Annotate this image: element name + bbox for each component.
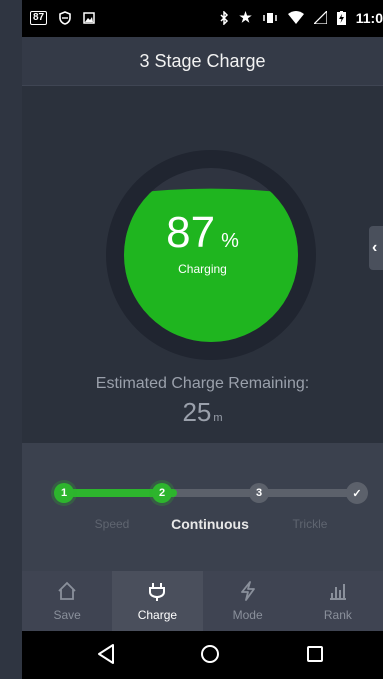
chevron-left-icon: ‹	[372, 239, 378, 256]
image-icon	[83, 12, 95, 24]
tab-save-label: Save	[53, 608, 81, 622]
page-title: 3 Stage Charge	[139, 51, 266, 71]
bar-chart-icon	[329, 584, 346, 600]
system-nav-bar	[22, 631, 383, 679]
stage-label-speed[interactable]: Speed	[84, 517, 140, 531]
estimate-value: 25 m	[22, 397, 383, 428]
back-icon[interactable]	[96, 643, 116, 665]
stage-node-2[interactable]: 2	[152, 483, 172, 503]
signal-icon	[313, 11, 327, 24]
tab-save[interactable]: Save	[22, 571, 112, 631]
clock: 11:0	[355, 9, 383, 26]
stage-label-trickle[interactable]: Trickle	[280, 517, 340, 531]
home-circle-icon[interactable]	[199, 643, 221, 665]
estimate-label: Estimated Charge Remaining:	[95, 375, 310, 392]
recents-icon[interactable]	[305, 643, 325, 665]
tab-charge-label: Charge	[137, 608, 178, 622]
estimate-number: 25	[182, 397, 212, 427]
tab-mode-label: Mode	[232, 608, 263, 622]
stage-selector: 1 2 3 ✓ Speed Continuous Trickle	[22, 443, 383, 571]
battery-charging-icon	[336, 10, 346, 25]
bottom-tab-bar: Save Charge Mode Rank	[22, 571, 383, 631]
vibrate-icon	[263, 12, 277, 23]
home-icon	[58, 581, 76, 600]
tab-charge[interactable]: Charge	[112, 571, 203, 631]
estimate-unit: m	[213, 412, 223, 424]
tab-rank[interactable]: Rank	[293, 571, 383, 631]
star-icon: ★	[239, 9, 252, 25]
charging-status: Charging	[178, 262, 227, 276]
lightning-icon	[240, 581, 255, 601]
shield-icon	[59, 11, 71, 25]
bluetooth-icon	[220, 10, 229, 25]
side-drawer-handle[interactable]: ‹	[369, 226, 383, 270]
wifi-icon	[287, 11, 304, 24]
charge-percent: 87%	[22, 208, 383, 258]
percent-value: 87	[166, 208, 216, 257]
tab-rank-label: Rank	[323, 608, 352, 622]
stage-node-complete[interactable]: ✓	[346, 482, 368, 504]
stage-label-continuous[interactable]: Continuous	[162, 516, 258, 532]
tab-mode[interactable]: Mode	[203, 571, 293, 631]
phone-screen: 87 ★ 11:0 3 Stage Charge 87% Charging ‹ …	[22, 0, 383, 679]
plug-icon	[149, 583, 166, 601]
battery-badge-icon: 87	[30, 11, 48, 25]
app-bar: 3 Stage Charge	[22, 37, 383, 86]
charge-panel: 87% Charging ‹ Estimated Charge Remainin…	[22, 86, 383, 443]
stage-node-3[interactable]: 3	[249, 483, 269, 503]
status-bar: 87 ★ 11:0	[22, 0, 383, 37]
stage-node-1[interactable]: 1	[54, 483, 74, 503]
percent-symbol: %	[221, 230, 239, 252]
